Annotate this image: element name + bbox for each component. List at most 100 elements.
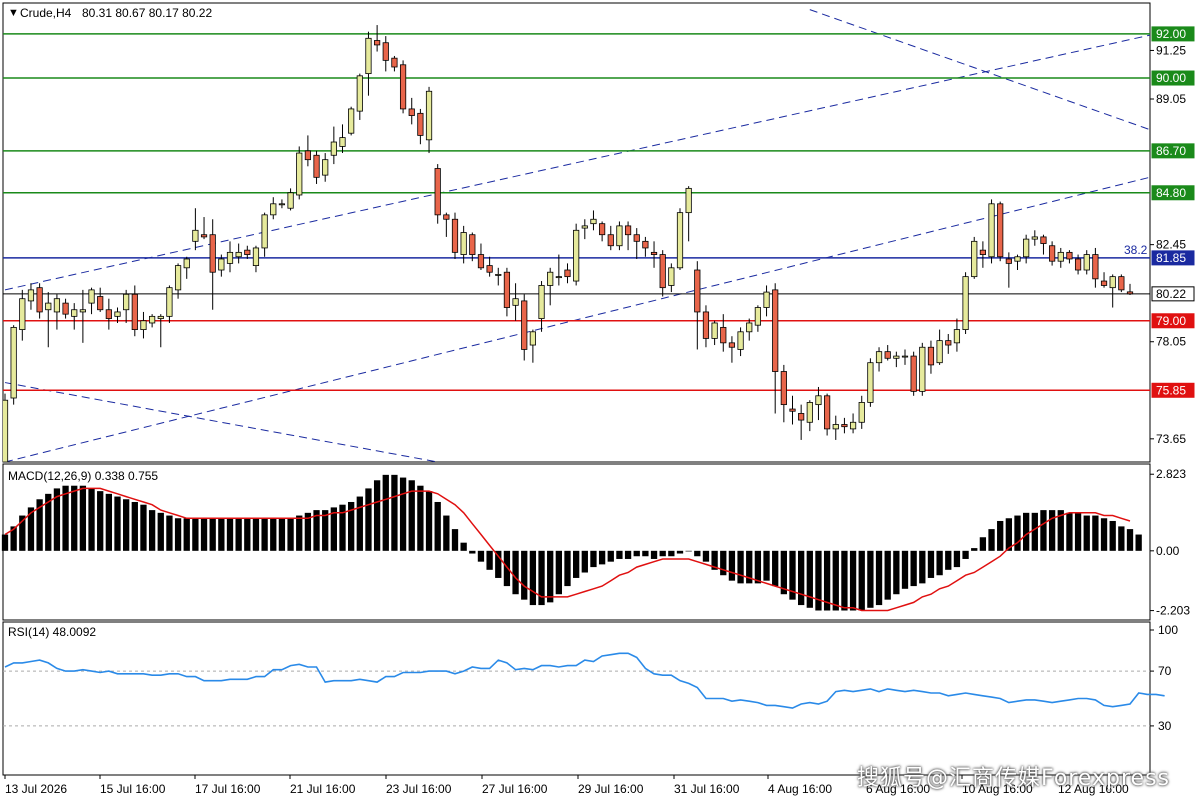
candle-body	[417, 112, 424, 136]
candle-body	[815, 395, 822, 406]
level-badge-text: 90.00	[1156, 71, 1186, 85]
chart-svg: 38.2 ▼ Crude,H4 80.31 80.67 80.17 80.22 91.2…	[1, 2, 1195, 796]
macd-bar	[503, 550, 511, 587]
level-badge-text: 80.22	[1156, 287, 1186, 301]
candle-body	[469, 234, 476, 255]
candle-body	[495, 274, 502, 276]
macd-bar	[1135, 534, 1142, 551]
macd-bar	[867, 550, 874, 608]
candle-body	[1023, 238, 1030, 258]
candle-body	[71, 309, 78, 317]
macd-bar	[477, 550, 485, 562]
macd-bar	[936, 550, 943, 576]
candle-body	[702, 311, 710, 339]
macd-bar	[174, 518, 182, 551]
candle-body	[624, 225, 632, 236]
candle-body	[988, 203, 995, 258]
candle-body	[573, 229, 580, 282]
candle-body	[296, 152, 303, 196]
macd-bar	[140, 504, 147, 551]
macd-bar	[997, 520, 1004, 551]
macd-bar	[443, 515, 450, 551]
macd-bar	[88, 488, 95, 551]
macd-bar	[607, 550, 614, 562]
level-badge-text: 81.85	[1156, 251, 1186, 265]
candle-body	[1066, 251, 1073, 260]
candle-body	[88, 289, 95, 304]
candle-body	[408, 108, 415, 116]
candle-body	[1005, 258, 1012, 264]
candle-body	[564, 269, 571, 278]
candle-body	[434, 168, 441, 216]
macd-bar	[382, 474, 389, 551]
candle-body	[945, 340, 952, 346]
macd-bar	[226, 518, 234, 551]
candle-body	[486, 265, 493, 273]
candle-body	[374, 40, 381, 46]
candle-body	[538, 285, 545, 319]
candle-body	[313, 154, 320, 178]
macd-bar	[642, 550, 649, 557]
macd-bar	[763, 550, 770, 581]
macd-bar	[252, 518, 260, 551]
macd-bar	[798, 550, 805, 606]
candle-body	[953, 329, 961, 344]
candle-body	[962, 276, 969, 330]
candle-body	[659, 254, 666, 289]
candle-body	[512, 298, 519, 306]
candle-body	[105, 309, 112, 319]
candle-body	[728, 342, 736, 348]
macd-bar	[893, 550, 900, 595]
macd-bar	[1040, 510, 1047, 551]
candle-body	[1092, 254, 1099, 280]
macd-bar	[166, 515, 173, 551]
macd-bar	[261, 518, 268, 551]
candle-body	[824, 395, 831, 430]
x-axis-label: 4 Aug 16:00	[768, 782, 832, 796]
candle-body	[226, 251, 234, 264]
macd-bar	[910, 550, 917, 587]
candle-body	[936, 340, 943, 364]
candle-body	[365, 37, 372, 75]
candle-body	[832, 424, 839, 430]
candle-body	[650, 251, 658, 255]
macd-bar	[399, 477, 407, 551]
macd-bar	[495, 550, 502, 578]
macd-bar	[953, 550, 961, 568]
macd-bar	[1023, 512, 1030, 551]
price-axis-label: 82.45	[1156, 238, 1186, 252]
candle-body	[1031, 236, 1038, 240]
macd-bar	[417, 485, 424, 551]
macd-bar	[668, 550, 675, 557]
candle-body	[53, 298, 61, 313]
candle-body	[780, 371, 787, 406]
candle-body	[235, 251, 242, 258]
macd-bar	[244, 518, 251, 551]
price-axis-label: 73.65	[1156, 432, 1186, 446]
level-badge-text: 84.80	[1156, 186, 1186, 200]
candle-body	[737, 331, 744, 350]
candle-body	[599, 223, 606, 236]
macd-bar	[573, 550, 580, 578]
macd-bar	[97, 491, 104, 551]
candle-body	[79, 309, 86, 313]
macd-bar	[555, 550, 562, 595]
candle-body	[798, 413, 805, 421]
candle-body	[261, 214, 268, 249]
macd-bar	[858, 550, 865, 611]
candle-body	[322, 159, 329, 176]
candle-body	[443, 214, 450, 220]
header-ohlc: 80.31 80.67 80.17 80.22	[82, 6, 212, 20]
macd-bar	[1074, 512, 1082, 551]
macd-bar	[486, 550, 493, 570]
macd-bar	[1092, 515, 1099, 551]
x-axis-label: 17 Jul 16:00	[195, 782, 261, 796]
macd-axis-label: -2.203	[1156, 604, 1190, 618]
macd-bar	[1083, 515, 1090, 551]
candle-body	[157, 315, 164, 319]
candle-body	[720, 326, 727, 344]
candle-body	[1040, 236, 1047, 244]
x-axis-label: 31 Jul 16:00	[674, 782, 740, 796]
macd-bar	[79, 485, 87, 551]
candle-body	[131, 293, 138, 330]
